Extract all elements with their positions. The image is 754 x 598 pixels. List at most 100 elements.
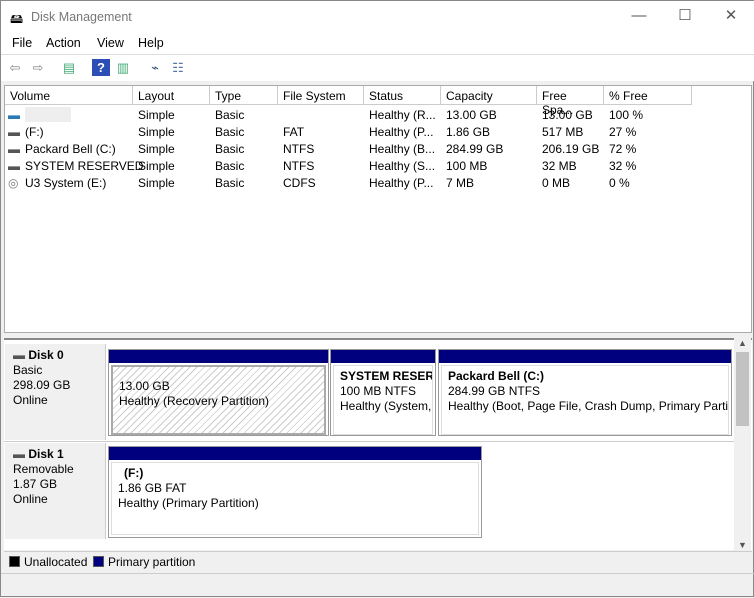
vertical-scrollbar[interactable]: ▲ ▼ [734,338,751,550]
disk-size: 298.09 GB [13,378,71,392]
cell-free: 32 MB [542,159,577,173]
cell-free: 13.00 GB [542,108,593,122]
legend-primary-partition: Primary partition [108,555,196,569]
volume-list: Volume Layout Type File System Status Ca… [4,85,752,333]
close-button[interactable]: ✕ [711,5,751,29]
cell-pct: 72 % [609,142,637,156]
cell-capacity: 100 MB [446,159,488,173]
volume-row[interactable]: ▬ (F:) Simple Basic FAT Healthy (P... 1.86 GB… [5,123,751,140]
cell-free: 206.19 GB [542,142,600,156]
cell-status: Healthy (P... [369,125,434,139]
cell-layout: Simple [138,125,175,139]
volume-row[interactable]: ▬ SYSTEM RESERVED Simple Basic NTFS Healthy (… [5,157,751,174]
cell-layout: Simple [138,176,175,190]
disk-management-icon: 🖴 [10,11,24,26]
legend-swatch-unallocated [9,556,20,567]
properties-icon[interactable]: ☷ [169,59,187,76]
menu-bar: File Action View Help [1,33,754,55]
cell-capacity: 284.99 GB [446,142,504,156]
cell-type: Basic [215,142,245,156]
scroll-up-icon[interactable]: ▲ [734,338,751,352]
cell-type: Basic [215,176,245,190]
cell-status: Healthy (P... [369,176,434,190]
scroll-down-icon[interactable]: ▼ [734,540,751,550]
help-icon[interactable]: ? [92,59,110,76]
show-hide-console-tree-icon[interactable]: ▤ [60,59,78,76]
show-hide-action-pane-icon[interactable]: ▥ [114,59,132,76]
disk-icon: ▬ [13,447,29,461]
back-icon[interactable]: ⇦ [6,59,24,76]
partition-system-reserved[interactable]: SYSTEM RESERV 100 MB NTFS Healthy (Syste… [330,349,436,436]
forward-icon[interactable]: ⇨ [29,59,47,76]
column-volume[interactable]: Volume [5,86,133,105]
cell-capacity: 7 MB [446,176,475,190]
cell-fs: FAT [283,125,305,139]
legend-unallocated: Unallocated [24,555,88,569]
disk-type: Basic [13,363,43,377]
disk-graphical-view: ▬ Disk 0 Basic 298.09 GB Online 13.00 GB… [4,338,752,550]
cell-capacity: 13.00 GB [446,108,497,122]
partition-size: 100 MB NTFS [340,384,417,398]
menu-file[interactable]: File [12,36,32,50]
volume-row[interactable]: ◎ U3 System (E:) Simple Basic CDFS Healthy (P… [5,174,751,191]
connect-icon[interactable]: ⌁ [146,59,164,76]
partition-status: Healthy (System, [340,399,432,413]
menu-action[interactable]: Action [46,36,81,50]
menu-view[interactable]: View [97,36,124,50]
cell-pct: 27 % [609,125,637,139]
column-percent-free[interactable]: % Free [604,86,692,105]
title-bar: 🖴 Disk Management — ☐ ✕ [1,1,754,33]
cell-pct: 32 % [609,159,637,173]
volume-icon: ▬ [8,125,20,139]
disk-state: Online [13,492,48,506]
toolbar: ⇦ ⇨ ▤ ? ▥ ⌁ ☷ [1,55,754,81]
cell-free: 517 MB [542,125,584,139]
volume-icon: ▬ [8,142,20,156]
cell-type: Basic [215,159,245,173]
column-capacity[interactable]: Capacity [441,86,537,105]
partition-f[interactable]: (F:) 1.86 GB FAT Healthy (Primary Partit… [108,446,482,538]
minimize-button[interactable]: — [619,5,659,29]
disk-0-info[interactable]: ▬ Disk 0 Basic 298.09 GB Online [5,344,106,440]
disk-name: Disk 0 [28,348,64,362]
partition-title: (F:) [124,466,144,480]
volume-icon: ▬ [8,108,20,122]
cell-volume: SYSTEM RESERVED [25,159,144,173]
disk-icon: ▬ [13,348,29,362]
volume-row[interactable]: ▬ Packard Bell (C:) Simple Basic NTFS Healthy… [5,140,751,157]
cell-type: Basic [215,125,245,139]
disk-1-info[interactable]: ▬ Disk 1 Removable 1.87 GB Online [5,443,106,539]
cell-pct: 0 % [609,176,630,190]
partition-size: 13.00 GB [119,379,170,393]
column-status[interactable]: Status [364,86,441,105]
scroll-thumb[interactable] [736,352,749,426]
partition-size: 284.99 GB NTFS [448,384,541,398]
cell-status: Healthy (S... [369,159,436,173]
cell-volume: Packard Bell (C:) [25,142,116,156]
legend-swatch-primary [93,556,104,567]
menu-help[interactable]: Help [138,36,164,50]
column-file-system[interactable]: File System [278,86,364,105]
partition-title [119,370,318,379]
partition-recovery[interactable]: 13.00 GB Healthy (Recovery Partition) [108,349,329,436]
cell-status: Healthy (R... [369,108,436,122]
disk-type: Removable [13,462,74,476]
column-layout[interactable]: Layout [133,86,210,105]
column-free-space[interactable]: Free Spa... [537,86,604,117]
cell-volume: U3 System (E:) [25,176,107,190]
cell-volume: (F:) [25,125,44,139]
maximize-button[interactable]: ☐ [665,5,705,29]
volume-icon: ◎ [8,176,19,190]
column-type[interactable]: Type [210,86,278,105]
partition-title: SYSTEM RESERV [340,369,433,383]
legend: Unallocated Primary partition [4,551,752,571]
volume-row[interactable]: ▬ Simple Basic Healthy (R... 13.00 GB 13.00 G… [5,106,751,123]
partition-status: Healthy (Boot, Page File, Crash Dump, Pr… [448,399,729,413]
cell-type: Basic [215,108,245,122]
cell-status: Healthy (B... [369,142,436,156]
cell-capacity: 1.86 GB [446,125,491,139]
cell-layout: Simple [138,108,175,122]
disk-name: Disk 1 [28,447,64,461]
partition-packard-bell-c[interactable]: Packard Bell (C:) 284.99 GB NTFS Healthy… [438,349,732,436]
cell-pct: 100 % [609,108,644,122]
